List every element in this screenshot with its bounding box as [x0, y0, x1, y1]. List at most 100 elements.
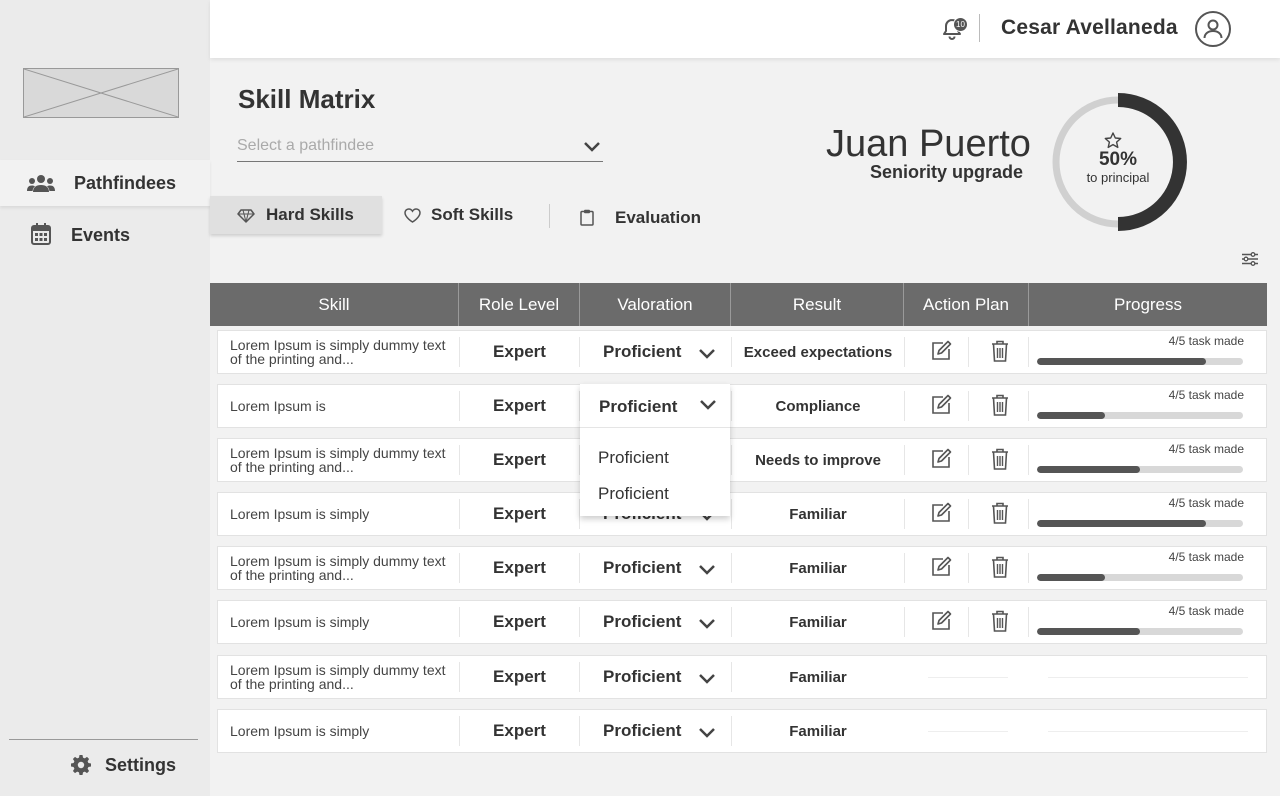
valoration-selected: Proficient [599, 397, 678, 416]
chevron-down-icon [698, 724, 716, 744]
role-level-cell: Expert [459, 445, 580, 475]
result-cell: Exceed expectations [731, 337, 904, 367]
tab-hard-skills[interactable]: Hard Skills [210, 196, 382, 234]
top-bar: 10 Cesar Avellaneda [210, 0, 1280, 58]
valoration-value: Proficient [603, 667, 682, 686]
divider [1048, 677, 1248, 678]
gear-icon [71, 755, 91, 775]
column-header-role-level[interactable]: Role Level [459, 283, 580, 326]
valoration-value: Proficient [603, 612, 682, 631]
column-header-valoration[interactable]: Valoration [580, 283, 731, 326]
clipboard-icon [580, 209, 594, 231]
table-row: Lorem Ipsum is simply dummy text of the … [217, 546, 1267, 590]
column-header-progress[interactable]: Progress [1029, 283, 1267, 326]
edit-icon[interactable] [930, 394, 952, 421]
progress-bar [1037, 358, 1243, 365]
edit-icon[interactable] [930, 502, 952, 529]
edit-icon[interactable] [930, 556, 952, 583]
progress-bar-fill [1037, 628, 1140, 635]
skill-cell: Lorem Ipsum is simply [230, 614, 370, 630]
tab-label: Evaluation [615, 208, 701, 227]
role-level-cell: Expert [459, 662, 580, 692]
chevron-down-icon [698, 561, 716, 581]
progress-bar [1037, 520, 1243, 527]
select-placeholder: Select a pathfindee [237, 137, 374, 154]
pathfindee-name: Juan Puerto [826, 123, 1031, 165]
divider [928, 677, 1008, 678]
skill-cell: Lorem Ipsum is [230, 398, 326, 414]
role-level-cell: Expert [459, 499, 580, 529]
settings-button[interactable]: Settings [0, 742, 210, 788]
valoration-select[interactable]: Proficient [580, 710, 731, 752]
dropdown-option[interactable]: Proficient [598, 448, 669, 468]
dropdown-option[interactable]: Proficient [598, 484, 669, 504]
progress-bar [1037, 412, 1243, 419]
column-header-skill[interactable]: Skill [210, 283, 459, 326]
divider [580, 427, 730, 428]
nav-item-pathfindees[interactable]: Pathfindees [0, 160, 210, 206]
divider [9, 739, 198, 740]
valoration-value: Proficient [603, 721, 682, 740]
result-cell: Familiar [731, 662, 904, 692]
progress-label: 4/5 task made [1168, 604, 1244, 618]
result-cell: Needs to improve [731, 445, 904, 475]
progress-bar [1037, 628, 1243, 635]
progress-cell: 4/5 task made [1029, 547, 1266, 589]
filter-settings-icon[interactable] [1241, 252, 1259, 271]
role-level-cell: Expert [459, 391, 580, 421]
result-cell: Familiar [731, 607, 904, 637]
page-title: Skill Matrix [238, 84, 376, 114]
pathfindee-select[interactable]: Select a pathfindee [237, 134, 603, 162]
trash-icon[interactable] [991, 556, 1009, 583]
progress-bar-fill [1037, 574, 1105, 581]
action-plan-cell [904, 499, 1029, 529]
trash-icon[interactable] [991, 610, 1009, 637]
edit-icon[interactable] [930, 610, 952, 637]
sidebar: Pathfindees Events Settings [0, 0, 210, 796]
result-cell: Familiar [731, 716, 904, 746]
skill-cell: Lorem Ipsum is simply dummy text of the … [230, 337, 446, 367]
table-row: Lorem Ipsum is simply dummy text of the … [217, 438, 1267, 482]
result-cell: Compliance [731, 391, 904, 421]
nav-item-events[interactable]: Events [0, 212, 210, 258]
edit-icon[interactable] [930, 340, 952, 367]
role-level-cell: Expert [459, 553, 580, 583]
progress-label: 4/5 task made [1168, 550, 1244, 564]
action-plan-cell [904, 337, 1029, 367]
column-header-action-plan[interactable]: Action Plan [904, 283, 1029, 326]
valoration-dropdown-open[interactable]: Proficient Proficient Proficient [580, 384, 730, 516]
edit-icon[interactable] [930, 448, 952, 475]
result-cell: Familiar [731, 499, 904, 529]
avatar[interactable] [1195, 11, 1231, 47]
valoration-select[interactable]: Proficient [580, 547, 731, 589]
progress-cell: 4/5 task made [1029, 493, 1266, 535]
chevron-down-icon [699, 398, 717, 416]
valoration-select[interactable]: Proficient [580, 656, 731, 698]
pathfindee-subtitle: Seniority upgrade [870, 162, 1024, 182]
action-plan-cell [904, 391, 1029, 421]
role-level-cell: Expert [459, 716, 580, 746]
skill-cell: Lorem Ipsum is simply dummy text of the … [230, 445, 446, 475]
progress-bar-fill [1037, 520, 1206, 527]
trash-icon[interactable] [991, 448, 1009, 475]
valoration-select[interactable]: Proficient [580, 601, 731, 643]
divider [549, 204, 550, 228]
tab-label: Hard Skills [266, 205, 354, 224]
calendar-icon [31, 223, 51, 245]
user-name: Cesar Avellaneda [1001, 16, 1178, 39]
trash-icon[interactable] [991, 502, 1009, 529]
progress-cell: 4/5 task made [1029, 331, 1266, 373]
chevron-down-icon [698, 615, 716, 635]
divider [928, 731, 1008, 732]
column-header-result[interactable]: Result [731, 283, 904, 326]
progress-label: 4/5 task made [1168, 388, 1244, 402]
valoration-select[interactable]: Proficient [580, 331, 731, 373]
progress-bar [1037, 466, 1243, 473]
tab-evaluation[interactable]: Evaluation [572, 199, 712, 237]
result-cell: Familiar [731, 553, 904, 583]
progress-label: 4/5 task made [1168, 334, 1244, 348]
role-level-cell: Expert [459, 607, 580, 637]
trash-icon[interactable] [991, 340, 1009, 367]
tab-soft-skills[interactable]: Soft Skills [396, 196, 536, 234]
trash-icon[interactable] [991, 394, 1009, 421]
